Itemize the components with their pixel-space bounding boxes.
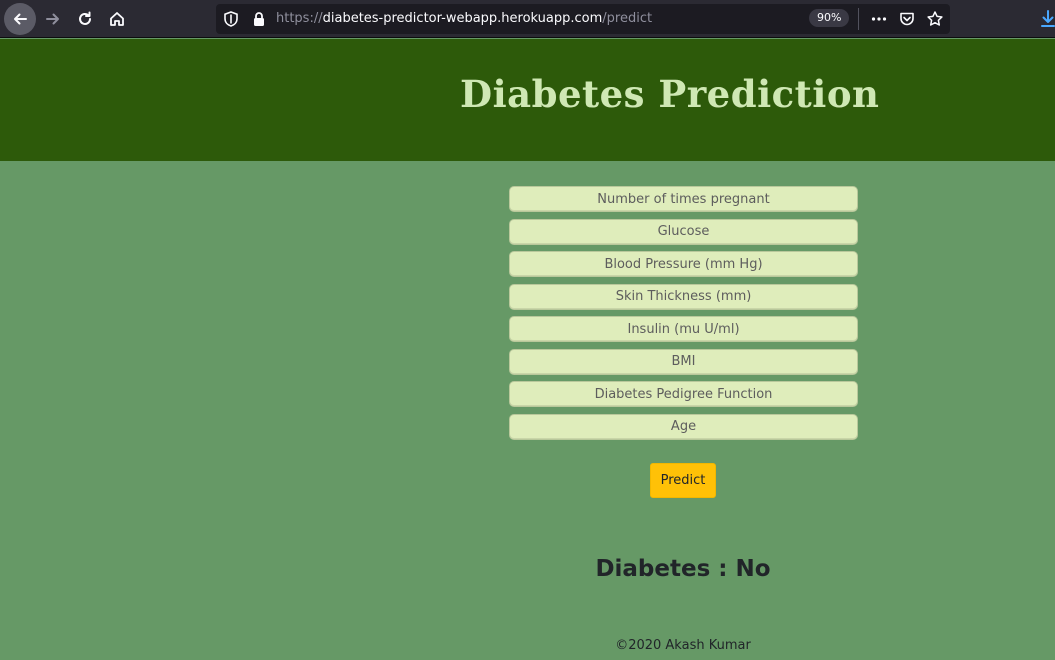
star-icon[interactable] bbox=[926, 10, 944, 28]
forward-icon bbox=[46, 13, 59, 25]
back-button[interactable] bbox=[4, 3, 36, 35]
url-text[interactable]: https://diabetes-predictor-webapp.heroku… bbox=[276, 11, 652, 26]
more-icon[interactable] bbox=[870, 10, 888, 28]
insulin-input[interactable] bbox=[509, 316, 858, 342]
reload-button[interactable] bbox=[69, 3, 101, 35]
page-title: Diabetes Prediction bbox=[460, 72, 880, 116]
pedigree-function-input[interactable] bbox=[509, 381, 858, 407]
browser-toolbar: https://diabetes-predictor-webapp.heroku… bbox=[0, 0, 1055, 38]
url-path: /predict bbox=[602, 11, 653, 26]
download-icon[interactable] bbox=[1040, 8, 1055, 30]
url-bar[interactable]: https://diabetes-predictor-webapp.heroku… bbox=[216, 4, 950, 34]
footer-copyright: ©2020 Akash Kumar bbox=[615, 638, 751, 653]
pocket-icon[interactable] bbox=[898, 10, 916, 28]
url-domain: diabetes-predictor-webapp.herokuapp.com bbox=[322, 11, 603, 26]
bmi-input[interactable] bbox=[509, 348, 858, 375]
age-input[interactable] bbox=[509, 413, 858, 440]
pregnancies-input[interactable] bbox=[509, 186, 858, 212]
blood-pressure-input[interactable] bbox=[509, 251, 858, 277]
shield-icon[interactable] bbox=[222, 10, 240, 28]
url-prefix: https:// bbox=[276, 11, 323, 26]
zoom-level-badge[interactable]: 90% bbox=[809, 9, 850, 27]
home-button[interactable] bbox=[101, 3, 133, 35]
reload-icon bbox=[79, 11, 91, 25]
glucose-input[interactable] bbox=[509, 218, 858, 245]
prediction-result: Diabetes : No bbox=[595, 556, 771, 582]
skin-thickness-input[interactable] bbox=[509, 283, 858, 310]
lock-icon[interactable] bbox=[250, 10, 268, 28]
home-icon bbox=[110, 12, 124, 26]
forward-button[interactable] bbox=[37, 3, 69, 35]
url-divider bbox=[858, 8, 859, 30]
back-icon bbox=[14, 13, 27, 25]
predict-button[interactable]: Predict bbox=[650, 463, 716, 498]
prediction-form bbox=[509, 186, 858, 446]
